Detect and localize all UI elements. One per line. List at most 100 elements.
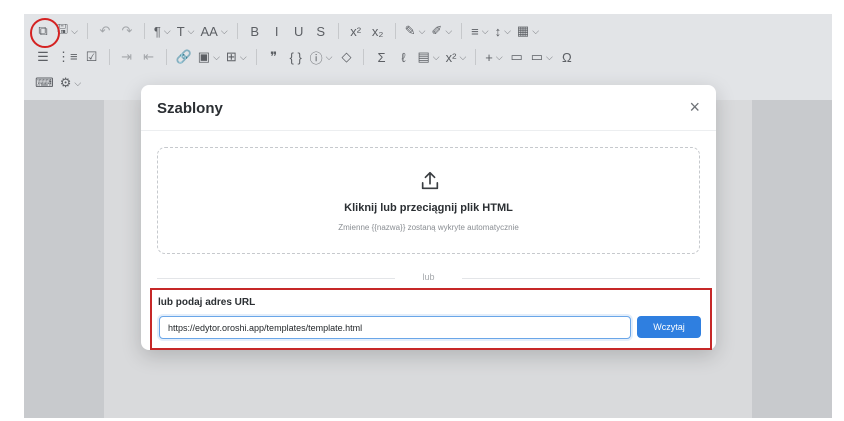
chevron-down-icon: ⌵ xyxy=(432,51,440,62)
italic-button[interactable]: I xyxy=(266,20,288,42)
outdent-icon: ⇤ xyxy=(143,49,155,64)
toolbar-row-2: ☰ ⋮≡ ☑ ⇥ ⇤ 🔗 ▣ ⌵ ⊞ ⌵ ❞{ } ⓘ ⌵ ◇ Σℓ ▤ ⌵ x² ⌵ + ⌵ ▭ ▭ ⌵ Ω xyxy=(32,46,578,68)
strikethrough-icon: S xyxy=(316,23,325,39)
settings-icon: ⚙ xyxy=(59,75,72,90)
toolbar-separator xyxy=(165,49,167,65)
close-icon[interactable]: × xyxy=(689,97,700,118)
underline-button[interactable]: U xyxy=(288,20,310,42)
media-button[interactable]: ▤ ⌵ xyxy=(414,46,442,68)
font-size-button[interactable]: AA ⌵ xyxy=(198,20,231,42)
line-height-button[interactable]: ↕ ⌵ xyxy=(492,20,514,42)
subscript-icon: x₂ xyxy=(371,23,384,39)
info-icon: ⓘ xyxy=(309,50,323,66)
chevron-down-icon: ⌵ xyxy=(459,51,467,62)
indent-icon: ⇥ xyxy=(121,49,133,64)
superscript-button[interactable]: x² xyxy=(345,20,367,42)
field-icon: ▭ xyxy=(530,49,543,64)
editor-margin-right xyxy=(752,100,832,418)
numbered-list-icon: ⋮≡ xyxy=(57,49,78,64)
link-button[interactable]: 🔗 xyxy=(173,46,195,68)
dialog-title: Szablony xyxy=(157,100,223,117)
add-button[interactable]: + ⌵ xyxy=(482,46,505,68)
keyboard-button[interactable]: ⌨ xyxy=(32,72,57,94)
image-button[interactable]: ▣ ⌵ xyxy=(195,46,223,68)
toolbar-separator xyxy=(475,49,477,65)
divider-line-left xyxy=(157,278,395,279)
divider-text: lub xyxy=(422,272,435,282)
quote-icon: ❞ xyxy=(270,49,278,64)
templates-dialog: Szablony × Kliknij lub przeciągnij plik … xyxy=(141,85,716,350)
file-dropzone[interactable]: Kliknij lub przeciągnij plik HTML Zmienn… xyxy=(157,147,700,254)
text-color-button[interactable]: ✎ ⌵ xyxy=(402,20,429,42)
media-icon: ▤ xyxy=(417,49,430,64)
toolbar-separator xyxy=(108,49,110,65)
align-button[interactable]: ≡ ⌵ xyxy=(468,20,491,42)
bold-icon: B xyxy=(250,23,259,39)
bold-button[interactable]: B xyxy=(244,20,266,42)
settings-button[interactable]: ⚙ ⌵ xyxy=(57,72,84,94)
power-icon: x² xyxy=(445,49,457,65)
load-button[interactable]: Wczytaj xyxy=(637,316,701,338)
dialog-header: Szablony × xyxy=(141,85,716,131)
url-input[interactable] xyxy=(159,316,631,339)
subscript-button[interactable]: x₂ xyxy=(367,20,389,42)
font-button[interactable]: T ⌵ xyxy=(174,20,198,42)
font-size-icon: AA xyxy=(200,23,218,39)
font-icon: T xyxy=(176,23,185,39)
paragraph-button[interactable]: ¶ ⌵ xyxy=(151,20,174,42)
chevron-down-icon: ⌵ xyxy=(445,25,453,36)
strikethrough-button[interactable]: S xyxy=(310,20,332,42)
link-icon: 🔗 xyxy=(175,49,192,64)
image-icon: ▣ xyxy=(197,49,211,64)
indent-button[interactable]: ⇥ xyxy=(116,46,138,68)
code-icon: { } xyxy=(289,49,302,65)
toolbar-separator xyxy=(143,23,145,39)
sigma-button[interactable]: Σ xyxy=(370,46,392,68)
omega-button[interactable]: Ω xyxy=(556,46,578,68)
redo-button[interactable]: ↷ xyxy=(116,20,138,42)
text-color-icon: ✎ xyxy=(404,23,416,38)
templates-button-highlight xyxy=(30,18,60,48)
add-icon: + xyxy=(485,49,493,65)
table-button[interactable]: ⊞ ⌵ xyxy=(223,46,250,68)
code-button[interactable]: { } xyxy=(285,46,307,68)
redo-icon: ↷ xyxy=(121,23,133,38)
chevron-down-icon: ⌵ xyxy=(495,51,503,62)
grid-button[interactable]: ▦ ⌵ xyxy=(514,20,542,42)
info-button[interactable]: ⓘ ⌵ xyxy=(307,46,336,68)
dropzone-title: Kliknij lub przeciągnij plik HTML xyxy=(344,202,513,214)
dropzone-hint: Zmienne {{nazwa}} zostaną wykryte automa… xyxy=(338,223,519,232)
chevron-down-icon: ⌵ xyxy=(239,51,247,62)
url-section-highlight: lub podaj adres URL Wczytaj xyxy=(150,288,712,350)
toolbar-separator xyxy=(86,23,88,39)
chevron-down-icon: ⌵ xyxy=(71,25,78,36)
checklist-button[interactable]: ☑ xyxy=(81,46,103,68)
chevron-down-icon: ⌵ xyxy=(220,25,228,36)
power-button[interactable]: x² ⌵ xyxy=(443,46,470,68)
underline-icon: U xyxy=(293,23,304,39)
outdent-button[interactable]: ⇤ xyxy=(138,46,160,68)
quote-button[interactable]: ❞ xyxy=(263,46,285,68)
chevron-down-icon: ⌵ xyxy=(504,25,511,36)
bullet-list-button[interactable]: ☰ xyxy=(32,46,54,68)
toolbar-separator xyxy=(394,23,396,39)
comment-button[interactable]: ▭ xyxy=(506,46,528,68)
field-button[interactable]: ▭ ⌵ xyxy=(528,46,556,68)
numbered-list-button[interactable]: ⋮≡ xyxy=(54,46,81,68)
line-height-icon: ↕ xyxy=(494,23,502,39)
highlight-button[interactable]: ✐ ⌵ xyxy=(428,20,455,42)
chevron-down-icon: ⌵ xyxy=(213,51,220,62)
undo-button[interactable]: ↶ xyxy=(94,20,116,42)
url-label: lub podaj adres URL xyxy=(158,297,256,308)
toolbar-row-3: ⌨ ⚙ ⌵ xyxy=(32,72,84,94)
upload-icon xyxy=(421,171,439,190)
comment-icon: ▭ xyxy=(510,49,523,64)
or-divider: lub xyxy=(157,271,700,285)
chevron-down-icon: ⌵ xyxy=(532,25,540,36)
diamond-button[interactable]: ◇ xyxy=(335,46,357,68)
toolbar-separator xyxy=(337,23,339,39)
undo-icon: ↶ xyxy=(99,23,111,38)
formula-button[interactable]: ℓ xyxy=(392,46,414,68)
editor-margin-left xyxy=(24,100,104,418)
chevron-down-icon: ⌵ xyxy=(481,25,489,36)
